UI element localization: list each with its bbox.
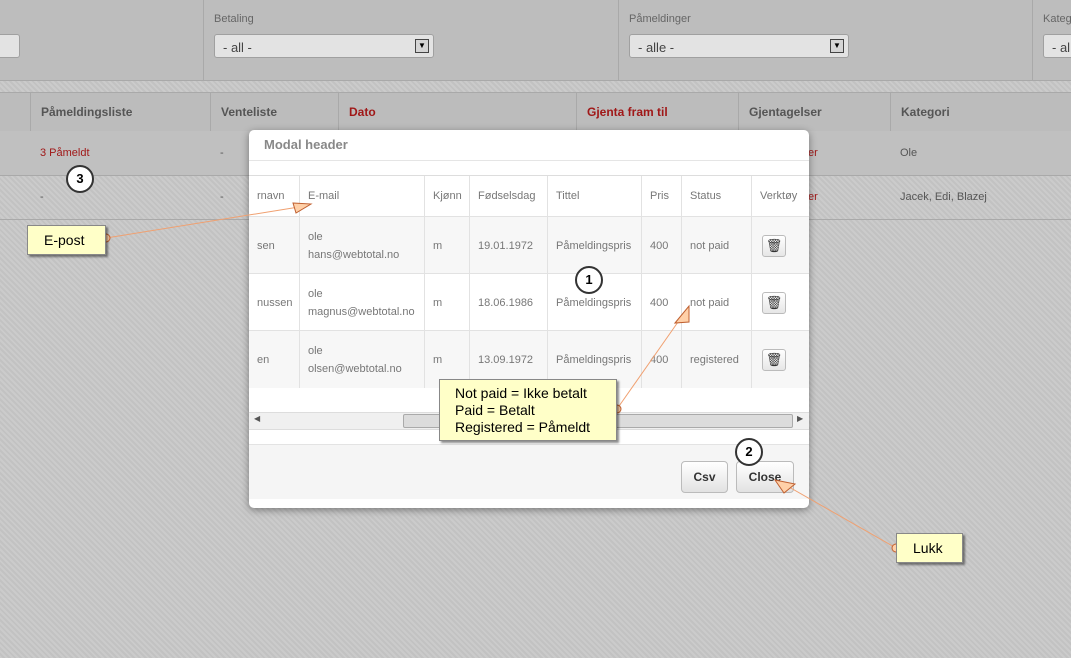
epost-note: E-post [27, 225, 106, 255]
lukk-connector [781, 482, 897, 549]
epost-arrow [292, 202, 313, 214]
lukk-note: Lukk [896, 533, 963, 563]
status-legend-line: Paid = Betalt [455, 402, 535, 418]
status-arrow [673, 304, 690, 324]
status-legend-line: Not paid = Ikke betalt [455, 385, 587, 401]
epost-connector [105, 205, 306, 239]
callout-number: 2 [735, 438, 763, 466]
status-legend-note: Not paid = Ikke betalt Paid = Betalt Reg… [439, 379, 617, 441]
lukk-arrow [773, 479, 797, 494]
status-connector [616, 311, 686, 410]
status-legend-line: Registered = Påmeldt [455, 419, 591, 435]
callout-number: 3 [66, 165, 94, 193]
callout-number: 1 [575, 266, 603, 294]
